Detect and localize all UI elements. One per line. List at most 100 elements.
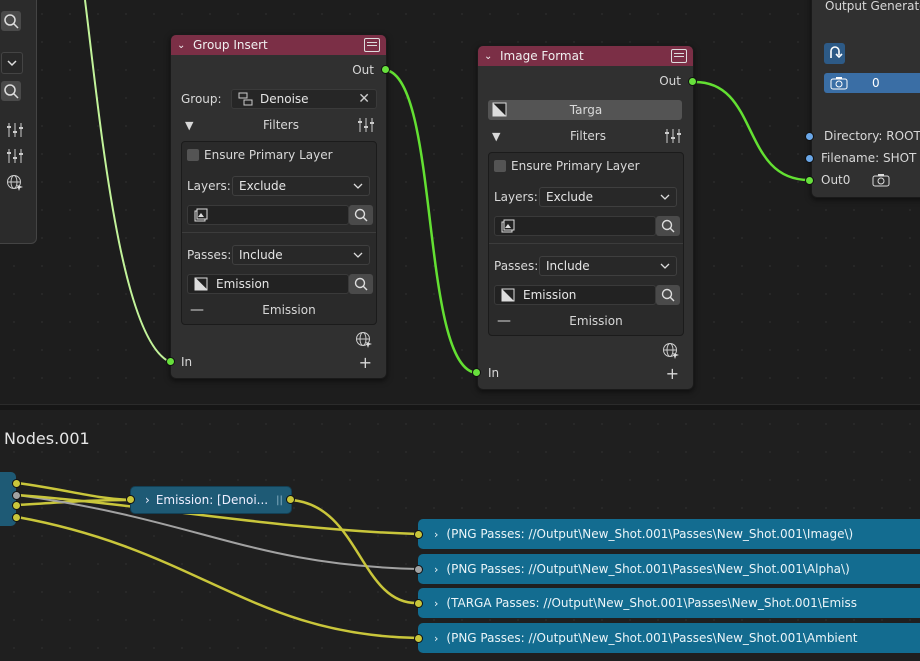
output-socket-4[interactable] xyxy=(414,634,423,643)
camera-icon[interactable] xyxy=(872,173,890,187)
node-title: Group Insert xyxy=(193,38,268,52)
group-insert-node[interactable]: ⌄ Group Insert Out Group: Denoise ✕ ▼ Fi… xyxy=(170,34,387,379)
reroute-in-socket[interactable] xyxy=(126,495,135,504)
emission-list-item[interactable]: — Emission xyxy=(494,313,678,329)
layers-value: Exclude xyxy=(239,179,287,193)
directory-socket[interactable] xyxy=(805,132,814,141)
ensure-primary-toggle[interactable]: Ensure Primary Layer xyxy=(494,159,640,173)
layers-search-button[interactable] xyxy=(349,205,373,225)
output-socket-3[interactable] xyxy=(414,599,423,608)
search-button[interactable] xyxy=(1,11,21,31)
disclosure-triangle-icon[interactable]: ▼ xyxy=(185,119,205,132)
remove-icon[interactable]: — xyxy=(494,313,514,329)
camera-counter-field[interactable]: 0 xyxy=(824,73,920,93)
in-label: In xyxy=(181,355,193,369)
chevron-right-icon[interactable]: › xyxy=(145,493,150,507)
left-socket-2[interactable] xyxy=(12,491,21,500)
search-icon xyxy=(4,84,19,99)
output-bar-label: (PNG Passes: //Output\New_Shot.001\Passe… xyxy=(446,527,854,541)
output-bar-4[interactable]: › (PNG Passes: //Output\New_Shot.001\Pas… xyxy=(418,623,920,653)
passes-value: Include xyxy=(239,248,283,262)
output-bar-2[interactable]: › (PNG Passes: //Output\New_Shot.001\Pas… xyxy=(418,554,920,584)
sliders-icon[interactable] xyxy=(6,122,24,138)
passes-select[interactable]: Include xyxy=(539,256,677,276)
image-format-node[interactable]: ⌄ Image Format Out Targa ▼ Filters Ensur… xyxy=(477,45,694,390)
layers-select[interactable]: Exclude xyxy=(232,176,370,196)
layers-select[interactable]: Exclude xyxy=(539,187,677,207)
dropdown-button[interactable] xyxy=(1,52,23,74)
passes-search-button[interactable] xyxy=(349,274,373,294)
add-input-icon[interactable]: + xyxy=(666,364,679,383)
refresh-button[interactable] xyxy=(824,43,845,64)
layers-search-field[interactable] xyxy=(187,205,349,225)
node-header[interactable]: ⌄ Group Insert xyxy=(171,35,386,55)
globe-icon[interactable] xyxy=(662,342,680,360)
node-header[interactable]: ⌄ Image Format xyxy=(478,46,693,66)
group-insert-out-socket[interactable] xyxy=(381,65,390,74)
emission-reroute-node[interactable]: › Emission: [Denoi... || xyxy=(130,486,292,514)
layers-search-button[interactable] xyxy=(656,216,680,236)
node-menu-icon[interactable] xyxy=(364,38,380,52)
search-icon xyxy=(661,288,675,302)
layers-label: Layers: xyxy=(187,179,231,193)
passes-search-button[interactable] xyxy=(656,285,680,305)
filters-label: Filters xyxy=(263,118,299,132)
emission-list-item[interactable]: — Emission xyxy=(187,302,371,318)
node-editor-bottom[interactable]: Nodes.001 › Emission: [Denoi... || › (PN… xyxy=(0,410,920,661)
collapse-chevron-icon[interactable]: ⌄ xyxy=(177,40,189,51)
passes-search-field[interactable]: Emission xyxy=(187,274,349,294)
globe-icon[interactable] xyxy=(6,174,24,192)
chevron-right-icon[interactable]: › xyxy=(434,528,438,541)
remove-icon[interactable]: — xyxy=(187,302,207,318)
group-insert-in-socket[interactable] xyxy=(166,357,175,366)
passes-search-field[interactable]: Emission xyxy=(494,285,656,305)
left-socket-1[interactable] xyxy=(12,479,21,488)
collapse-chevron-icon[interactable]: ⌄ xyxy=(484,51,496,62)
out-label: Out xyxy=(352,63,374,77)
reroute-out-socket[interactable] xyxy=(286,495,295,504)
reroute-label: Emission: [Denoi... xyxy=(155,493,269,507)
add-input-icon[interactable]: + xyxy=(359,353,372,372)
grip-icon[interactable]: || xyxy=(276,495,283,506)
chevron-right-icon[interactable]: › xyxy=(434,597,438,610)
render-pass-icon xyxy=(194,277,208,291)
output-bar-3[interactable]: › (TARGA Passes: //Output\New_Shot.001\P… xyxy=(418,588,920,618)
node-title: Image Format xyxy=(500,49,584,63)
format-button[interactable]: Targa xyxy=(488,100,682,120)
ensure-primary-label: Ensure Primary Layer xyxy=(204,148,333,162)
filename-socket[interactable] xyxy=(805,154,814,163)
format-value: Targa xyxy=(569,103,603,117)
chevron-down-icon xyxy=(353,252,363,258)
node-menu-icon[interactable] xyxy=(671,49,687,63)
image-format-out-socket[interactable] xyxy=(688,77,697,86)
ensure-primary-checkbox[interactable] xyxy=(494,160,506,172)
passes-select[interactable]: Include xyxy=(232,245,370,265)
image-format-icon xyxy=(492,102,507,117)
disclosure-triangle-icon[interactable]: ▼ xyxy=(492,130,512,143)
out-label: Out xyxy=(659,74,681,88)
left-socket-4[interactable] xyxy=(12,513,21,522)
node-title: Output Generator xyxy=(825,0,920,13)
globe-icon[interactable] xyxy=(355,331,373,349)
layers-search-field[interactable] xyxy=(494,216,656,236)
chevron-right-icon[interactable]: › xyxy=(434,563,438,576)
output-generator-node[interactable]: Output Generator 0 Directory: ROOT/ File… xyxy=(811,0,920,198)
clear-icon[interactable]: ✕ xyxy=(358,91,370,107)
group-field[interactable]: Denoise ✕ xyxy=(231,89,377,109)
sliders-icon[interactable] xyxy=(357,117,375,133)
ensure-primary-checkbox[interactable] xyxy=(187,149,199,161)
output-bar-1[interactable]: › (PNG Passes: //Output\New_Shot.001\Pas… xyxy=(418,519,920,549)
node-editor-top[interactable]: ⌄ Group Insert Out Group: Denoise ✕ ▼ Fi… xyxy=(0,0,920,404)
search-button-2[interactable] xyxy=(1,81,21,101)
output-socket-2[interactable] xyxy=(414,565,423,574)
sliders-icon[interactable] xyxy=(6,148,24,164)
passes-label: Passes: xyxy=(187,248,232,262)
chevron-right-icon[interactable]: › xyxy=(434,632,438,645)
left-socket-3[interactable] xyxy=(12,501,21,510)
out0-socket[interactable] xyxy=(805,176,814,185)
ensure-primary-toggle[interactable]: Ensure Primary Layer xyxy=(187,148,333,162)
camera-icon xyxy=(830,77,848,90)
output-socket-1[interactable] xyxy=(414,530,423,539)
sliders-icon[interactable] xyxy=(664,128,682,144)
image-format-in-socket[interactable] xyxy=(472,368,481,377)
